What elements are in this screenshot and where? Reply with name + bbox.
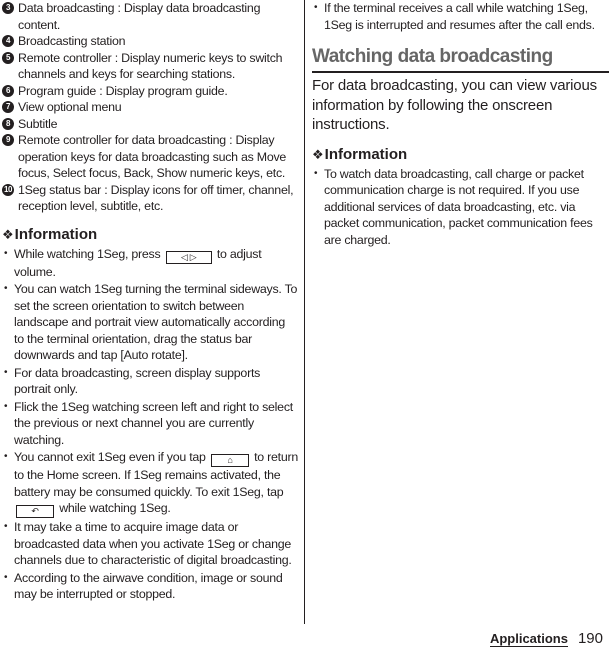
number-marker: 9 <box>2 134 14 146</box>
number-marker: 6 <box>2 84 14 97</box>
left-column: 3 Data broadcasting : Display data broadc… <box>2 0 298 604</box>
list-item: If the terminal receives a call while wa… <box>312 0 609 33</box>
list-item: 8 Subtitle <box>2 116 298 133</box>
list-item: According to the airwave condition, imag… <box>2 570 298 603</box>
information-heading: ❖Information <box>2 225 98 243</box>
information-list: While watching 1Seg, press ◁ ▷ to adjust… <box>2 246 298 603</box>
back-key-icon: ↶ <box>16 505 54 518</box>
section-lead-text: For data broadcasting, you can view vari… <box>312 77 597 133</box>
number-marker: 8 <box>2 117 14 130</box>
list-item: Flick the 1Seg watching screen left and … <box>2 399 298 449</box>
number-marker: 3 <box>2 2 14 14</box>
diamond-bullet-icon: ❖ <box>312 146 324 162</box>
list-item: 7 View optional menu <box>2 99 298 116</box>
numbered-legend-list: 3 Data broadcasting : Display data broadc… <box>2 0 298 215</box>
continued-information-list: If the terminal receives a call while wa… <box>312 0 609 33</box>
list-item: 10 1Seg status bar : Display icons for of… <box>2 182 298 215</box>
list-item: 3 Data broadcasting : Display data broadc… <box>2 0 298 33</box>
footer-section-name: Applications <box>489 631 568 647</box>
column-divider <box>304 0 305 624</box>
list-item: 9 Remote controller for data broadcasting… <box>2 132 298 182</box>
list-item: 4 Broadcasting station <box>2 33 298 50</box>
diamond-bullet-icon: ❖ <box>2 226 14 242</box>
list-item: To watch data broadcasting, call charge … <box>312 166 609 249</box>
number-marker: 7 <box>2 101 14 113</box>
number-marker: 5 <box>2 51 14 64</box>
section-title: Watching data broadcasting <box>312 45 609 73</box>
right-column: If the terminal receives a call while wa… <box>312 0 609 249</box>
list-item: You can watch 1Seg turning the terminal … <box>2 281 298 364</box>
list-item: 5 Remote controller : Display numeric key… <box>2 50 298 83</box>
number-marker: 10 <box>2 183 14 196</box>
list-item: It may take a time to acquire image data… <box>2 519 298 569</box>
list-item: While watching 1Seg, press ◁ ▷ to adjust… <box>2 246 298 281</box>
number-marker: 4 <box>2 35 14 47</box>
information-list: To watch data broadcasting, call charge … <box>312 166 609 249</box>
page-footer: Applications 190 <box>489 630 603 647</box>
volume-key-icon: ◁ ▷ <box>165 250 212 264</box>
page-number: 190 <box>577 630 603 647</box>
list-item: 6 Program guide : Display program guide. <box>2 83 298 100</box>
information-heading: ❖Information <box>312 145 408 163</box>
list-item: For data broadcasting, screen display su… <box>2 365 298 398</box>
list-item: You cannot exit 1Seg even if you tap ⌂ t… <box>2 449 298 518</box>
home-key-icon: ⌂ <box>210 454 249 467</box>
